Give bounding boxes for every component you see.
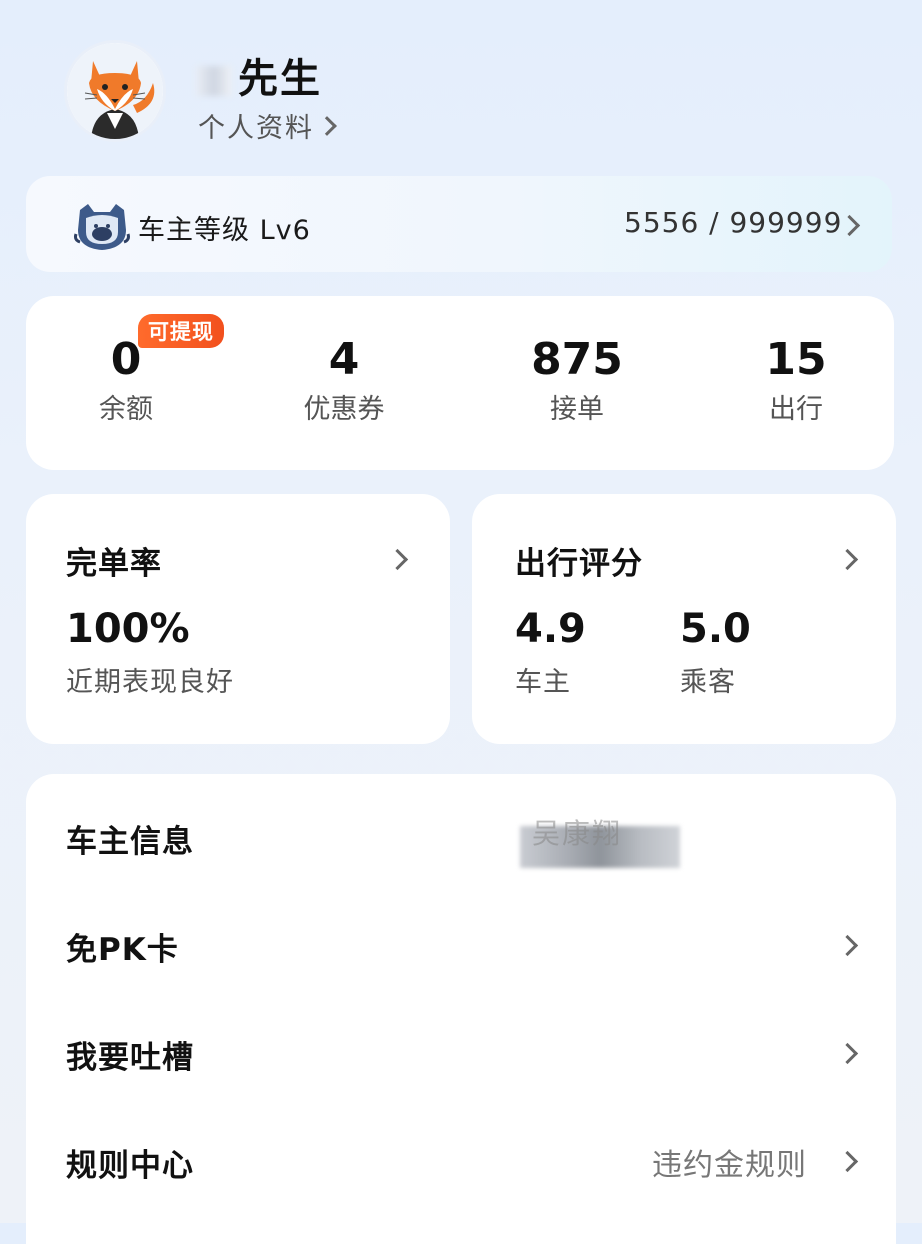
chevron-right-icon (317, 115, 337, 136)
stat-trips[interactable]: 15 出行 (716, 334, 876, 426)
passenger-rating-value: 5.0 (680, 606, 751, 652)
profile-link-label: 个人资料 (198, 113, 314, 144)
user-name-text: 先生 (238, 56, 322, 102)
avatar[interactable] (64, 40, 166, 142)
completion-rate-value: 100% (66, 606, 190, 652)
penalty-rules-link[interactable]: 违约金规则 (652, 1140, 807, 1184)
withdrawable-badge: 可提现 (138, 314, 224, 348)
coupons-label: 优惠券 (303, 394, 385, 425)
driver-level-badge-icon (74, 204, 130, 250)
feedback-label: 我要吐槽 (66, 1040, 194, 1076)
stat-orders[interactable]: 875 接单 (497, 334, 657, 426)
driver-rating-value: 4.9 (515, 606, 586, 652)
orders-value: 875 (531, 334, 623, 385)
level-progress: 5556 / 999999 (624, 206, 843, 239)
fox-avatar-icon (67, 43, 163, 139)
balance-label: 余额 (99, 394, 153, 425)
coupons-value: 4 (328, 334, 360, 385)
user-name: 先生 (196, 46, 322, 104)
trips-value: 15 (765, 334, 827, 385)
driver-info-label: 车主信息 (66, 824, 194, 860)
trip-rating-title: 出行评分 (515, 546, 643, 582)
passenger-rating-label: 乘客 (680, 667, 736, 698)
name-mask (196, 66, 232, 96)
driver-rating-label: 车主 (515, 667, 571, 698)
stat-coupons[interactable]: 4 优惠券 (264, 334, 424, 426)
orders-label: 接单 (550, 394, 604, 425)
pk-card-label: 免PK卡 (66, 932, 179, 968)
trips-label: 出行 (769, 394, 823, 425)
license-plate-value: 吴康翔 (532, 817, 623, 850)
rules-center-label: 规则中心 (66, 1148, 194, 1184)
driver-level-label: 车主等级 Lv6 (138, 215, 311, 246)
completion-rate-title: 完单率 (66, 546, 162, 582)
completion-rate-note: 近期表现良好 (66, 667, 234, 698)
profile-link[interactable]: 个人资料 (198, 106, 337, 145)
